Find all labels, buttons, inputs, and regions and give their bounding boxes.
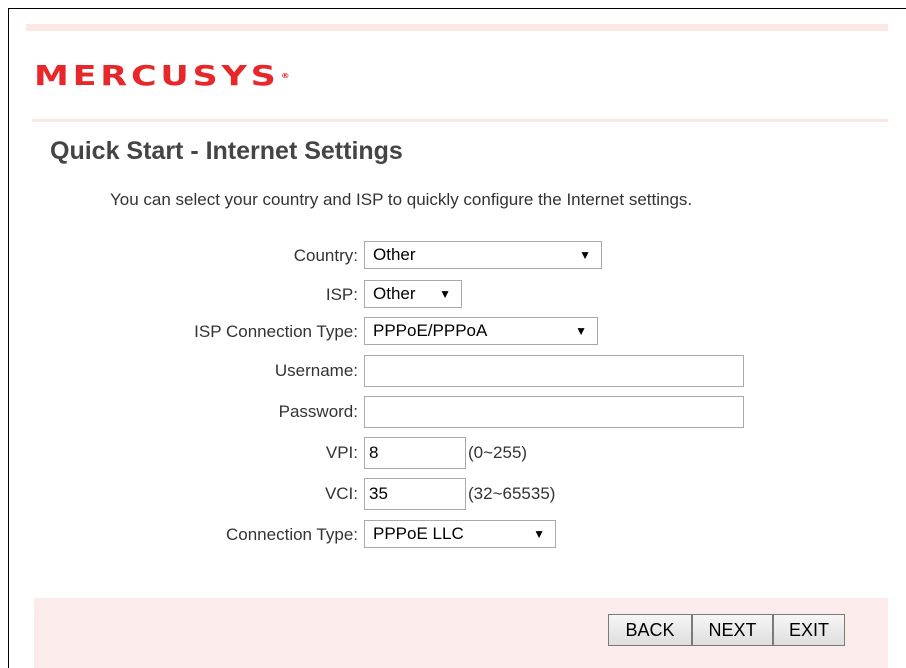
dropdown-arrow-icon: ▼ bbox=[439, 287, 451, 301]
vpi-row: VPI: 8 (0~255) bbox=[0, 437, 906, 469]
vpi-label: VPI: bbox=[325, 443, 358, 462]
country-value: Other bbox=[373, 245, 416, 264]
dropdown-arrow-icon: ▼ bbox=[575, 324, 587, 338]
password-row: Password: bbox=[0, 396, 906, 428]
back-button[interactable]: BACK bbox=[608, 614, 692, 646]
dropdown-arrow-icon: ▼ bbox=[579, 248, 591, 262]
isp-connection-type-value: PPPoE/PPPoA bbox=[373, 321, 488, 340]
isp-row: ISP: Other ▼ bbox=[0, 280, 906, 310]
isp-connection-type-label: ISP Connection Type: bbox=[194, 322, 358, 341]
logo-text: MERCUSYS bbox=[34, 59, 280, 92]
isp-value: Other bbox=[373, 284, 416, 303]
username-field[interactable] bbox=[364, 355, 744, 387]
isp-connection-type-select[interactable]: PPPoE/PPPoA ▼ bbox=[364, 317, 598, 345]
exit-button[interactable]: EXIT bbox=[773, 614, 845, 646]
isp-connection-type-row: ISP Connection Type: PPPoE/PPPoA ▼ bbox=[0, 317, 906, 347]
connection-type-label: Connection Type: bbox=[226, 525, 358, 544]
intro-text: You can select your country and ISP to q… bbox=[110, 190, 693, 209]
connection-type-value: PPPoE LLC bbox=[373, 524, 464, 543]
vci-field[interactable]: 35 bbox=[364, 478, 466, 510]
password-field[interactable] bbox=[364, 396, 744, 428]
country-label: Country: bbox=[293, 246, 358, 265]
vpi-field[interactable]: 8 bbox=[364, 437, 466, 469]
isp-select[interactable]: Other ▼ bbox=[364, 280, 462, 308]
next-button[interactable]: NEXT bbox=[692, 614, 773, 646]
header-divider bbox=[32, 119, 888, 122]
vci-label: VCI: bbox=[324, 484, 358, 503]
country-select[interactable]: Other ▼ bbox=[364, 241, 602, 269]
connection-type-select[interactable]: PPPoE LLC ▼ bbox=[364, 520, 556, 548]
connection-type-row: Connection Type: PPPoE LLC ▼ bbox=[0, 520, 906, 550]
username-row: Username: bbox=[0, 355, 906, 387]
page-title: Quick Start - Internet Settings bbox=[50, 137, 403, 165]
vpi-range-hint: (0~255) bbox=[468, 443, 528, 462]
dropdown-arrow-icon: ▼ bbox=[533, 527, 545, 541]
mercusys-logo: MERCUSYS® bbox=[34, 62, 290, 90]
username-label: Username: bbox=[274, 361, 358, 380]
registered-mark: ® bbox=[280, 72, 290, 80]
top-strip bbox=[26, 24, 888, 31]
vci-row: VCI: 35 (32~65535) bbox=[0, 478, 906, 510]
password-label: Password: bbox=[278, 402, 358, 421]
isp-label: ISP: bbox=[325, 285, 358, 304]
country-row: Country: Other ▼ bbox=[0, 241, 906, 271]
vci-range-hint: (32~65535) bbox=[468, 484, 556, 503]
